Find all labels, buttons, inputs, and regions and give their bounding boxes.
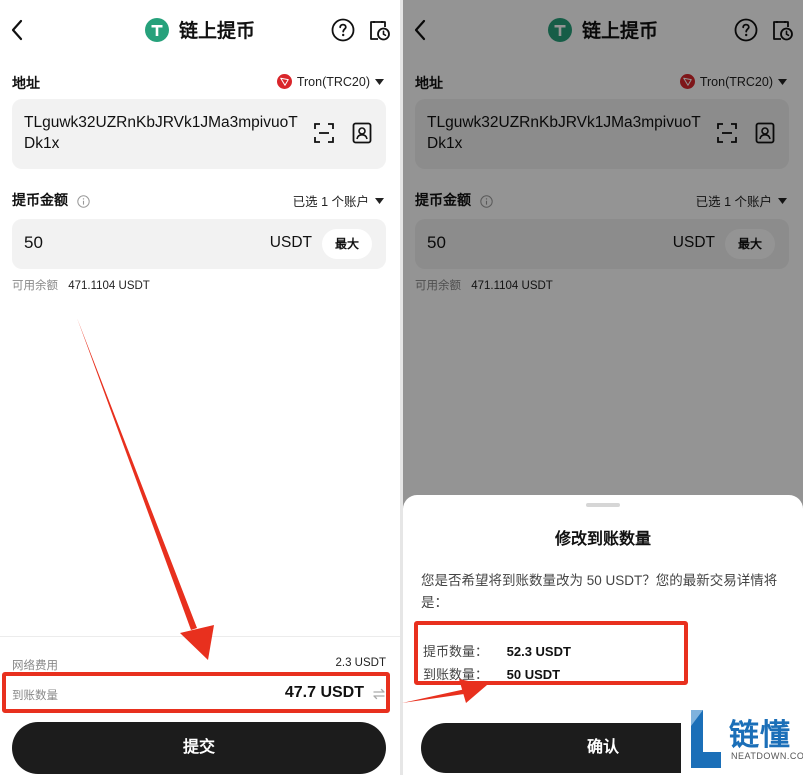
- sheet-title: 修改到账数量: [554, 531, 651, 548]
- network-name: Tron(TRC20): [296, 74, 370, 89]
- sheet-drag-handle[interactable]: [586, 503, 620, 507]
- caret-down-icon: [375, 197, 384, 204]
- divider: [0, 636, 400, 637]
- amount-unit: USDT: [269, 234, 312, 251]
- sheet-message: 您是否希望将到账数量改为 50 USDT？您的最新交易详情将是：: [421, 573, 778, 610]
- account-select-text: 已选 1 个账户: [292, 195, 369, 209]
- network-fee-row: 网络费用 2.3 USDT: [12, 657, 386, 673]
- amount-label-group: 提币金额: [12, 190, 90, 210]
- amount-input[interactable]: 50 USDT 最大: [12, 219, 386, 269]
- brand-logo-icon: [691, 710, 721, 768]
- receive-amount-highlight: [2, 672, 390, 713]
- account-selector[interactable]: 已选 1 个账户: [293, 191, 384, 210]
- withdraw-screen: 链上提币 地址 Tron(TRC20) TLguwk32UZRnKbJRVk1J…: [0, 0, 400, 775]
- help-icon[interactable]: [331, 18, 355, 42]
- brand-name: 链懂: [729, 719, 791, 752]
- address-value: TLguwk32UZRnKbJRVk1JMa3mpivuoTDk1x: [24, 114, 298, 152]
- watermark: 链懂 NEATDOWN.COM: [681, 704, 803, 775]
- amount-value: 50: [24, 233, 43, 252]
- amount-label: 提币金额: [12, 192, 68, 208]
- balance-value: 471.1104 USDT: [68, 280, 150, 292]
- history-icon[interactable]: [367, 18, 391, 42]
- address-label: 地址: [12, 75, 40, 91]
- balance-label: 可用余额: [12, 280, 58, 292]
- info-icon[interactable]: [77, 195, 90, 208]
- scan-icon[interactable]: [313, 122, 335, 144]
- address-input[interactable]: TLguwk32UZRnKbJRVk1JMa3mpivuoTDk1x: [12, 99, 386, 169]
- fee-value: 2.3 USDT: [335, 657, 387, 669]
- dialog-details-highlight: [414, 621, 688, 685]
- network-selector[interactable]: Tron(TRC20): [276, 74, 384, 89]
- brand-domain: NEATDOWN.COM: [731, 751, 803, 761]
- tether-logo-icon: [144, 17, 169, 42]
- tron-logo-icon: [276, 74, 292, 89]
- available-balance: 可用余额 471.1104 USDT: [12, 277, 150, 293]
- caret-down-icon: [375, 78, 384, 85]
- max-button[interactable]: 最大: [322, 229, 372, 259]
- submit-button[interactable]: 提交: [12, 722, 386, 774]
- app-header: 链上提币: [0, 0, 400, 60]
- fee-label: 网络费用: [12, 660, 58, 672]
- page-title: 链上提币: [178, 21, 255, 42]
- address-book-icon[interactable]: [351, 122, 373, 144]
